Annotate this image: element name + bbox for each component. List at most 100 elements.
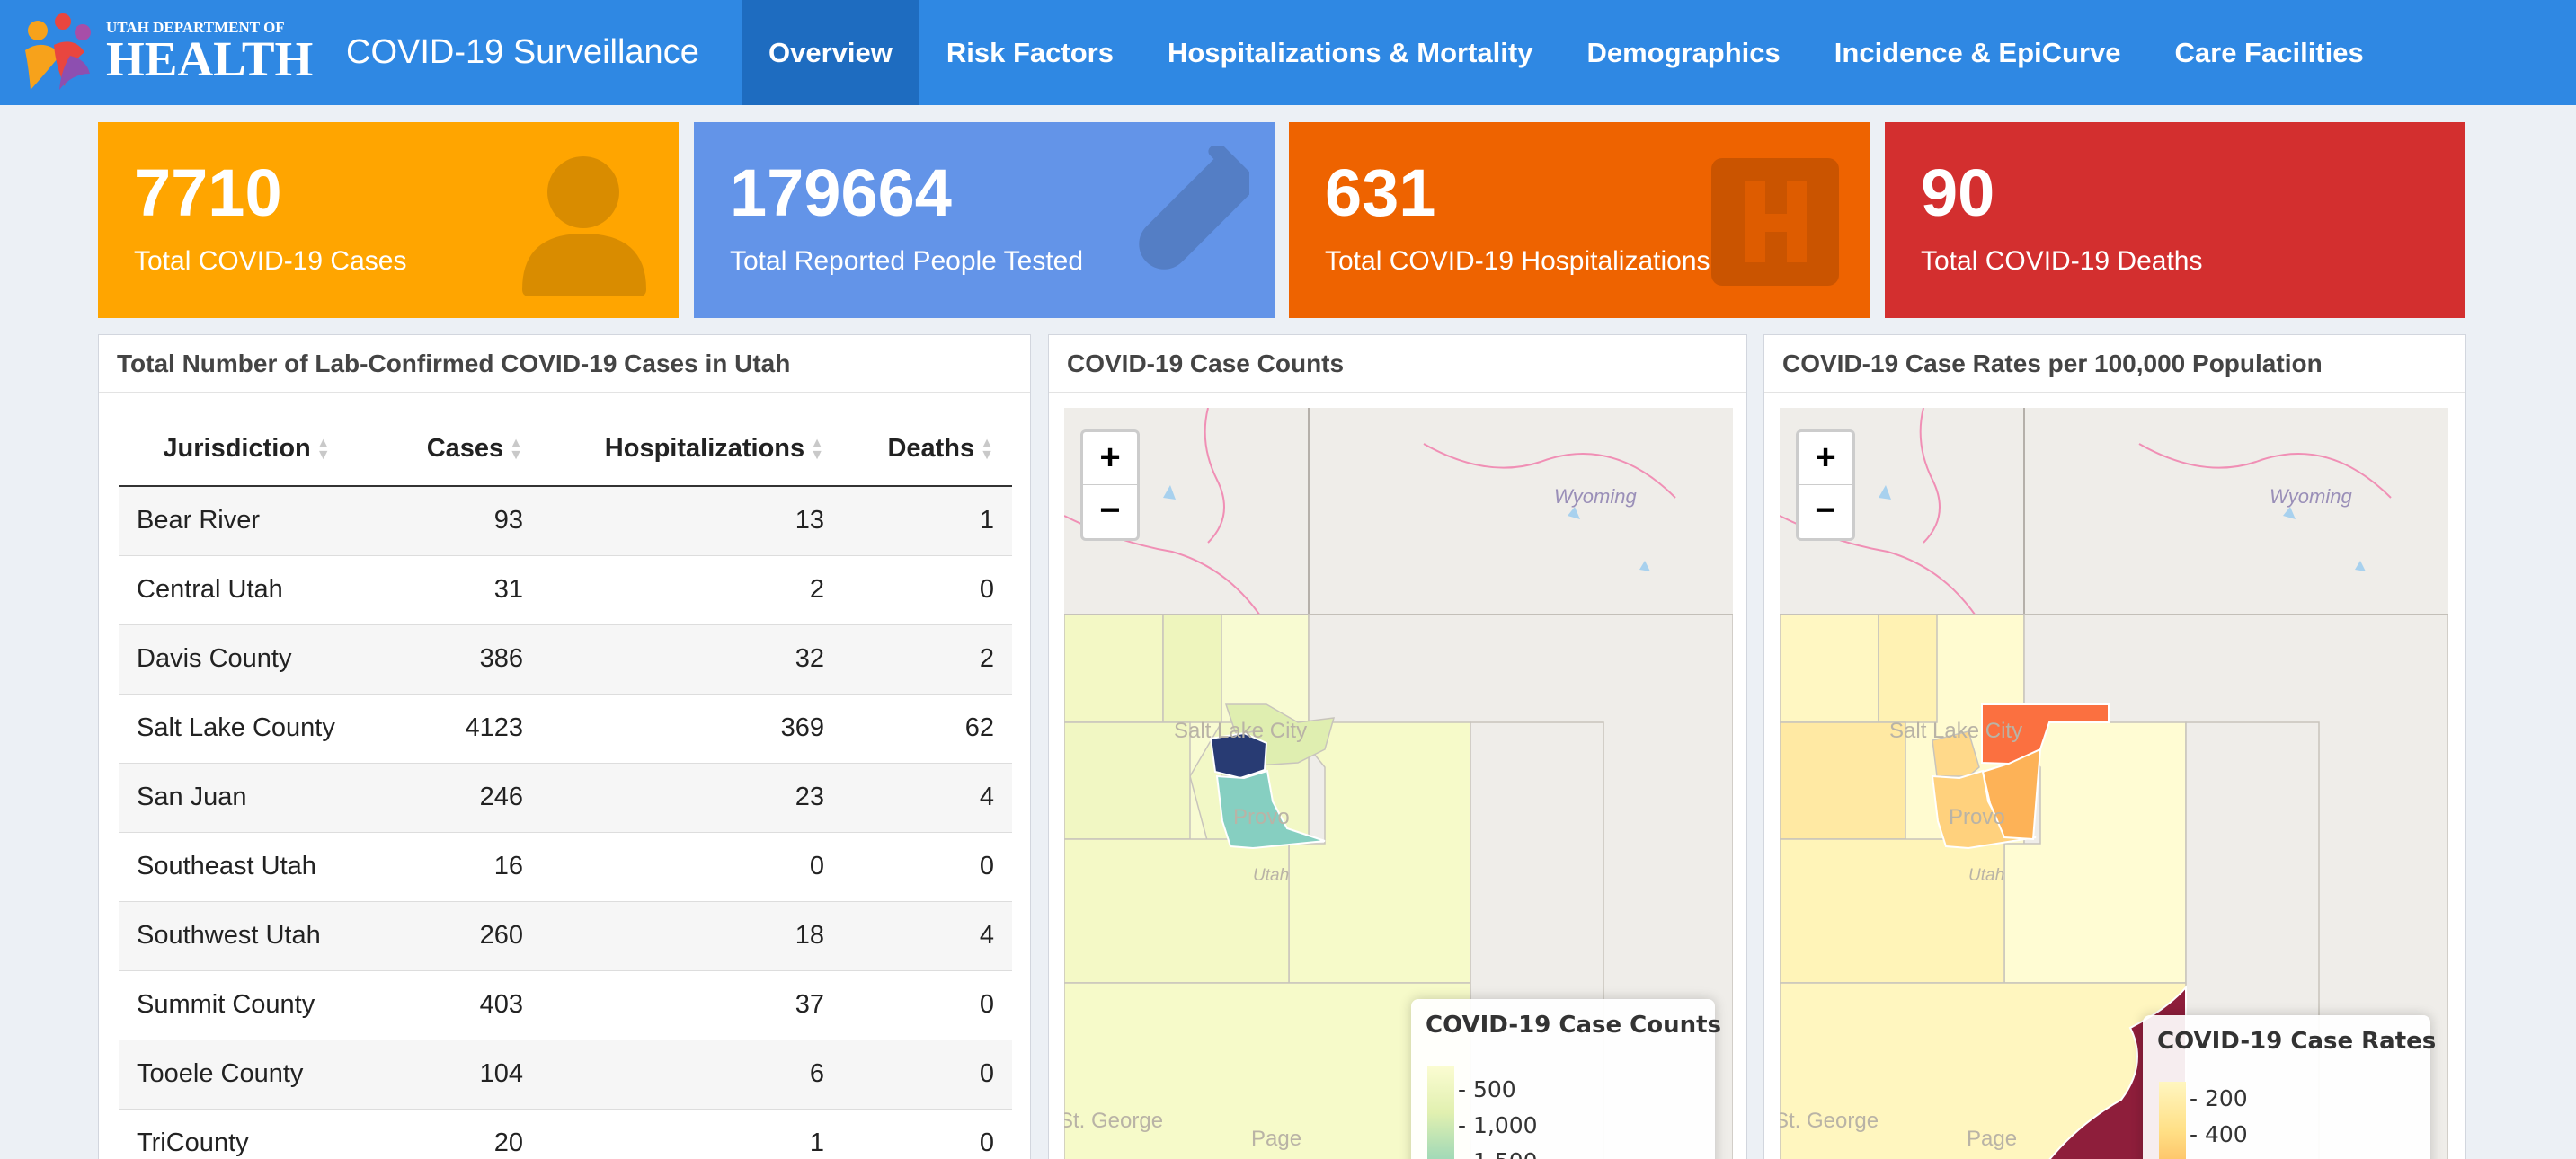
zoom-control: + −	[1080, 429, 1140, 541]
person-icon	[522, 156, 646, 296]
zoom-in-button[interactable]: +	[1799, 432, 1852, 485]
cases-cell: 31	[393, 554, 541, 624]
hospitalizations-cell: 32	[541, 624, 842, 694]
total-deaths-value: 90	[1921, 155, 1995, 230]
map-label-page: Page	[1967, 1127, 2018, 1151]
legend-tick-label: 1,500	[1473, 1148, 1538, 1159]
jurisdiction-cell: Salt Lake County	[119, 693, 393, 763]
deaths-cell: 0	[842, 1108, 1012, 1159]
utah-health-logo[interactable]: UTAH DEPARTMENT OF HEALTH	[18, 4, 324, 99]
deaths-cell: 0	[842, 1039, 1012, 1109]
legend-tick: - 1,500	[1458, 1148, 1538, 1159]
nav-care-facilities[interactable]: Care Facilities	[2148, 0, 2391, 105]
total-hospitalizations-label: Total COVID-19 Hospitalizations	[1325, 246, 1710, 276]
total-cases-label: Total COVID-19 Cases	[134, 246, 407, 276]
jurisdiction-cell: Southeast Utah	[119, 831, 393, 901]
column-header-jurisdiction[interactable]: Jurisdiction ▲ ▼	[119, 411, 393, 487]
legend-color-bar	[1427, 1066, 1454, 1159]
legend-tick: - 500	[1458, 1076, 1516, 1102]
total-hospitalizations-box: 631 Total COVID-19 Hospitalizations	[1289, 122, 1870, 318]
test-tube-icon	[1139, 146, 1249, 270]
map-label-slc: Salt Lake City	[1174, 719, 1308, 743]
zoom-out-button[interactable]: −	[1083, 485, 1137, 538]
deaths-cell: 4	[842, 900, 1012, 970]
cases-cell: 260	[393, 900, 541, 970]
nav-overview[interactable]: Overview	[742, 0, 919, 105]
jurisdiction-cell: Tooele County	[119, 1039, 393, 1109]
hospitalizations-cell: 18	[541, 900, 842, 970]
sort-icon: ▲ ▼	[980, 435, 994, 463]
table-body: Bear River 93 13 1 Central Utah 31 2 0 Davis Cou…	[119, 485, 1012, 1159]
case-counts-legend: COVID-19 Case Counts - 500 - 1,000 - 1,5…	[1411, 999, 1722, 1159]
jurisdiction-cell: Southwest Utah	[119, 900, 393, 970]
legend-tick-label: 400	[2204, 1121, 2248, 1147]
cases-cell: 20	[393, 1108, 541, 1159]
zoom-in-button[interactable]: +	[1083, 432, 1137, 485]
map-label-provo: Provo	[1233, 805, 1290, 829]
table-row[interactable]: Bear River 93 13 1	[119, 485, 1012, 555]
legend-tick-label: 200	[2204, 1085, 2248, 1111]
map-label-st-george: St. George	[1064, 1109, 1164, 1133]
hospitalizations-cell: 0	[541, 831, 842, 901]
deaths-cell: 62	[842, 693, 1012, 763]
jurisdiction-cell: Summit County	[119, 969, 393, 1040]
jurisdiction-cell: Davis County	[119, 624, 393, 694]
deaths-cell: 2	[842, 624, 1012, 694]
nav-demographics[interactable]: Demographics	[1559, 0, 1807, 105]
table-row[interactable]: Southwest Utah 260 18 4	[119, 900, 1012, 970]
legend-color-bar	[2159, 1082, 2186, 1159]
deaths-cell: 0	[842, 969, 1012, 1040]
hospitalizations-cell: 23	[541, 762, 842, 832]
sort-icon: ▲ ▼	[509, 435, 523, 463]
total-hospitalizations-value: 631	[1325, 155, 1436, 230]
cases-cell: 386	[393, 624, 541, 694]
table-row[interactable]: San Juan 246 23 4	[119, 762, 1012, 832]
case-counts-map[interactable]: + − Wyoming Salt Lake City Provo Utah St…	[1064, 408, 1733, 1159]
legend-title: COVID-19 Case Rates	[2157, 1028, 2437, 1055]
zoom-out-button[interactable]: −	[1799, 485, 1852, 538]
hospital-icon	[1711, 158, 1839, 286]
legend-tick: - 1,000	[1458, 1112, 1538, 1138]
column-label: Jurisdiction	[163, 433, 311, 463]
map-label-slc: Salt Lake City	[1889, 719, 2023, 743]
column-header-deaths[interactable]: Deaths ▲ ▼	[842, 411, 1012, 487]
case-rates-map-panel: COVID-19 Case Rates per 100,000 Populati…	[1763, 334, 2466, 1159]
total-tested-value: 179664	[730, 155, 952, 230]
table-row[interactable]: Salt Lake County 4123 369 62	[119, 693, 1012, 763]
case-rates-map[interactable]: + − Wyoming Salt Lake City Provo Utah St…	[1780, 408, 2448, 1159]
map-label-page: Page	[1251, 1127, 1302, 1151]
cases-cell: 104	[393, 1039, 541, 1109]
total-cases-value: 7710	[134, 155, 282, 230]
table-row[interactable]: TriCounty 20 1 0	[119, 1108, 1012, 1159]
sort-icon: ▲ ▼	[315, 435, 331, 463]
legend-tick-label: 500	[1472, 1076, 1516, 1102]
table-row[interactable]: Tooele County 104 6 0	[119, 1039, 1012, 1109]
hospitalizations-cell: 2	[541, 554, 842, 624]
table-row[interactable]: Summit County 403 37 0	[119, 969, 1012, 1040]
table-row[interactable]: Davis County 386 32 2	[119, 624, 1012, 694]
nav-hospitalizations-mortality[interactable]: Hospitalizations & Mortality	[1141, 0, 1559, 105]
nav-incidence-epicurve[interactable]: Incidence & EpiCurve	[1808, 0, 2148, 105]
top-navbar: UTAH DEPARTMENT OF HEALTH COVID-19 Surve…	[0, 0, 2576, 105]
nav-risk-factors[interactable]: Risk Factors	[919, 0, 1141, 105]
column-header-hospitalizations[interactable]: Hospitalizations ▲ ▼	[541, 411, 842, 487]
cases-table-panel: Total Number of Lab-Confirmed COVID-19 C…	[98, 334, 1031, 1159]
jurisdiction-cell: San Juan	[119, 762, 393, 832]
case-counts-map-panel: COVID-19 Case Counts + − Wyoming Salt La…	[1048, 334, 1747, 1159]
cases-table-title: Total Number of Lab-Confirmed COVID-19 C…	[99, 335, 1030, 393]
app-title: COVID-19 Surveillance	[346, 33, 699, 71]
column-header-cases[interactable]: Cases ▲ ▼	[393, 411, 541, 487]
legend-tick-label: 1,000	[1472, 1112, 1538, 1138]
legend-title: COVID-19 Case Counts	[1426, 1012, 1722, 1039]
sort-icon: ▲ ▼	[810, 435, 824, 463]
hospitalizations-cell: 369	[541, 693, 842, 763]
cases-cell: 403	[393, 969, 541, 1040]
table-row[interactable]: Central Utah 31 2 0	[119, 554, 1012, 624]
map-label-wyoming: Wyoming	[2270, 485, 2352, 508]
hospitalizations-cell: 6	[541, 1039, 842, 1109]
column-label: Deaths	[887, 433, 975, 463]
deaths-cell: 4	[842, 762, 1012, 832]
hospitalizations-cell: 37	[541, 969, 842, 1040]
table-header-row: Jurisdiction ▲ ▼ Cases ▲ ▼ Hospitalizations ▲…	[119, 411, 1012, 487]
table-row[interactable]: Southeast Utah 16 0 0	[119, 831, 1012, 901]
